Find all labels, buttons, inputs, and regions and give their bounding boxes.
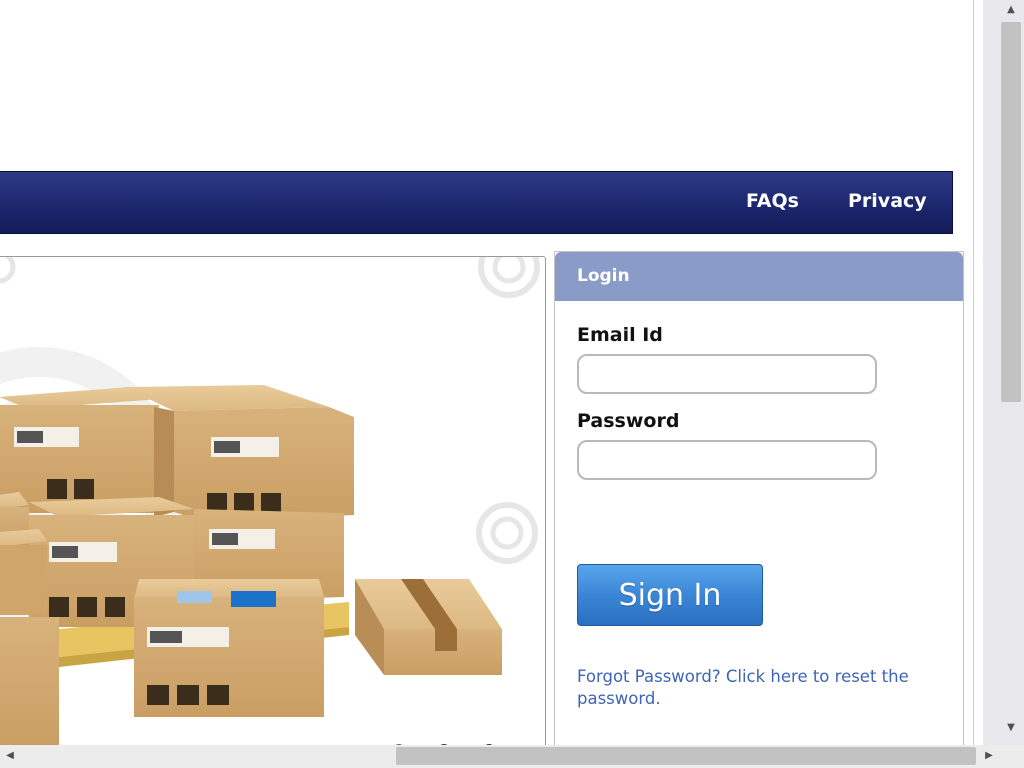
- scroll-right-arrow-icon[interactable]: ▶: [983, 750, 995, 762]
- password-field[interactable]: [577, 440, 877, 480]
- scroll-up-arrow-icon[interactable]: ▲: [1005, 4, 1017, 16]
- password-label: Password: [577, 410, 680, 432]
- browser-viewport: FAQs Privacy Login Email Id Password Sig…: [0, 0, 983, 745]
- cardboard-boxes-illustration: [0, 257, 540, 745]
- scroll-down-arrow-icon[interactable]: ▼: [1005, 722, 1017, 734]
- login-panel: Login Email Id Password Sign In Forgot P…: [554, 251, 964, 745]
- vertical-scrollbar[interactable]: ▲ ▼: [983, 0, 1024, 745]
- sign-in-button[interactable]: Sign In: [577, 564, 763, 626]
- email-label: Email Id: [577, 324, 663, 346]
- horizontal-scrollbar[interactable]: ◀ ▶: [0, 745, 1024, 768]
- login-header: Login: [555, 252, 963, 301]
- nav-link-privacy[interactable]: Privacy: [848, 190, 927, 212]
- nav-link-faqs[interactable]: FAQs: [746, 190, 799, 212]
- vertical-scrollbar-thumb[interactable]: [1001, 22, 1021, 402]
- scroll-left-arrow-icon[interactable]: ◀: [4, 750, 16, 762]
- horizontal-scrollbar-thumb[interactable]: [396, 747, 976, 765]
- banner-image: [0, 256, 546, 745]
- email-field[interactable]: [577, 354, 877, 394]
- forgot-password-link[interactable]: Forgot Password? Click here to reset the…: [577, 666, 947, 710]
- top-navbar: FAQs Privacy: [0, 171, 953, 234]
